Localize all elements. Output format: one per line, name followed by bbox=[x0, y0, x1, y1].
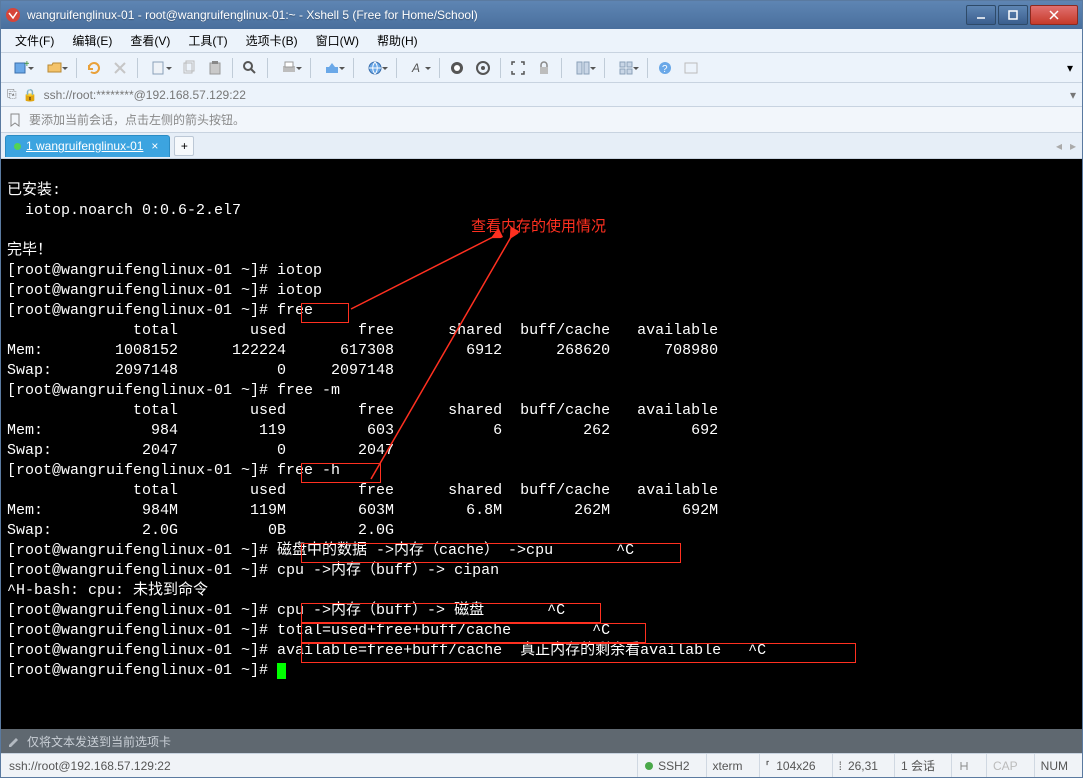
tile-button[interactable] bbox=[610, 56, 642, 80]
status-ftp-icon bbox=[951, 754, 976, 777]
terminal-output: 已安装: iotop.noarch 0:0.6-2.el7 完毕！ [root@… bbox=[7, 161, 1076, 681]
web-button[interactable] bbox=[359, 56, 391, 80]
status-size: ⸢104x26 bbox=[759, 754, 822, 777]
help-button[interactable]: ? bbox=[653, 56, 677, 80]
add-tab-button[interactable]: + bbox=[174, 136, 194, 156]
svg-text:A: A bbox=[411, 61, 420, 75]
open-session-button[interactable] bbox=[39, 56, 71, 80]
menu-window[interactable]: 窗口(W) bbox=[308, 30, 367, 51]
address-dropdown[interactable]: ▾ bbox=[1070, 88, 1076, 102]
address-text[interactable]: ssh://root:********@192.168.57.129:22 bbox=[44, 88, 1064, 102]
lock-icon: 🔒 bbox=[23, 88, 38, 102]
info-bar: 要添加当前会话，点击左侧的箭头按钮。 bbox=[1, 107, 1082, 133]
svg-text:+: + bbox=[24, 60, 29, 70]
copy-button[interactable] bbox=[177, 56, 201, 80]
status-cursor: ⁞26,31 bbox=[832, 754, 884, 777]
menu-file[interactable]: 文件(F) bbox=[7, 30, 62, 51]
compose-bar: 仅将文本发送到当前选项卡 bbox=[1, 729, 1082, 753]
find-button[interactable] bbox=[238, 56, 262, 80]
titlebar: wangruifenglinux-01 - root@wangruifengli… bbox=[1, 1, 1082, 29]
properties-button[interactable] bbox=[143, 56, 175, 80]
font-button[interactable]: A bbox=[402, 56, 434, 80]
terminal[interactable]: 已安装: iotop.noarch 0:0.6-2.el7 完毕！ [root@… bbox=[1, 159, 1082, 729]
menu-tabs[interactable]: 选项卡(B) bbox=[238, 30, 306, 51]
status-ssh: SSH2 bbox=[637, 754, 695, 777]
tab-scroll-right[interactable]: ▸ bbox=[1070, 139, 1076, 153]
status-num: NUM bbox=[1034, 754, 1074, 777]
toolbar-overflow[interactable]: ▾ bbox=[1062, 56, 1078, 80]
menubar: 文件(F) 编辑(E) 查看(V) 工具(T) 选项卡(B) 窗口(W) 帮助(… bbox=[1, 29, 1082, 53]
window-title: wangruifenglinux-01 - root@wangruifengli… bbox=[27, 8, 964, 22]
menu-edit[interactable]: 编辑(E) bbox=[64, 30, 120, 51]
reconnect-button[interactable] bbox=[82, 56, 106, 80]
transfer-button[interactable] bbox=[316, 56, 348, 80]
maximize-button[interactable] bbox=[998, 5, 1028, 25]
bookmark-icon[interactable] bbox=[7, 112, 23, 128]
color-button[interactable] bbox=[471, 56, 495, 80]
new-session-button[interactable]: + bbox=[5, 56, 37, 80]
svg-text:?: ? bbox=[662, 64, 668, 75]
layout-button[interactable] bbox=[567, 56, 599, 80]
toolbar: + A ? ▾ bbox=[1, 53, 1082, 83]
close-button[interactable] bbox=[1030, 5, 1078, 25]
app-icon bbox=[5, 7, 21, 23]
addressbar-add-icon[interactable]: ⎘ bbox=[7, 87, 17, 102]
address-bar: ⎘ 🔒 ssh://root:********@192.168.57.129:2… bbox=[1, 83, 1082, 107]
status-bar: ssh://root@192.168.57.129:22 SSH2 xterm … bbox=[1, 753, 1082, 777]
paste-button[interactable] bbox=[203, 56, 227, 80]
session-tab[interactable]: 1 wangruifenglinux-01 × bbox=[5, 135, 170, 157]
lock-button[interactable] bbox=[532, 56, 556, 80]
menu-help[interactable]: 帮助(H) bbox=[369, 30, 426, 51]
tab-bar: 1 wangruifenglinux-01 × + ◂ ▸ bbox=[1, 133, 1082, 159]
tab-scroll-left[interactable]: ◂ bbox=[1056, 139, 1062, 153]
fullscreen-button[interactable] bbox=[506, 56, 530, 80]
status-address: ssh://root@192.168.57.129:22 bbox=[9, 759, 171, 773]
connected-dot-icon bbox=[14, 143, 21, 150]
menu-tools[interactable]: 工具(T) bbox=[180, 30, 235, 51]
compose-icon bbox=[7, 734, 21, 748]
status-term: xterm bbox=[706, 754, 749, 777]
about-button[interactable] bbox=[679, 56, 703, 80]
compose-text: 仅将文本发送到当前选项卡 bbox=[27, 733, 171, 750]
minimize-button[interactable] bbox=[966, 5, 996, 25]
tab-label: 1 wangruifenglinux-01 bbox=[26, 139, 143, 153]
tab-close-icon[interactable]: × bbox=[148, 140, 161, 153]
menu-view[interactable]: 查看(V) bbox=[122, 30, 178, 51]
status-sessions: 1 会话 bbox=[894, 754, 941, 777]
print-button[interactable] bbox=[273, 56, 305, 80]
script-button[interactable] bbox=[445, 56, 469, 80]
info-text: 要添加当前会话，点击左侧的箭头按钮。 bbox=[29, 111, 245, 128]
status-cap: CAP bbox=[986, 754, 1024, 777]
disconnect-button[interactable] bbox=[108, 56, 132, 80]
